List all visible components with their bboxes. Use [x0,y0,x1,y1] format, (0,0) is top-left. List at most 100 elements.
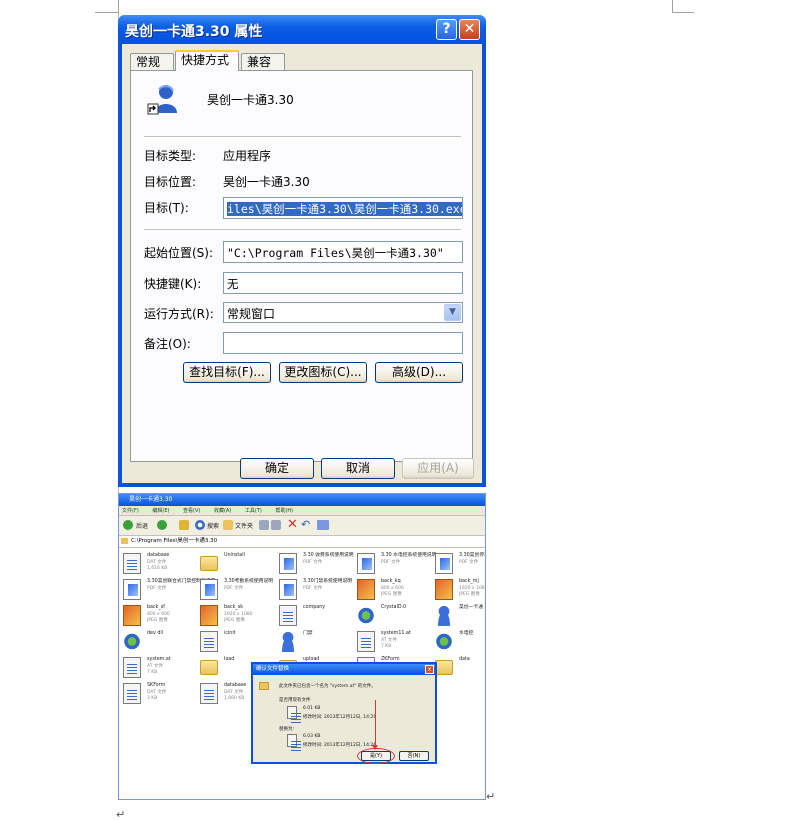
ok-button[interactable]: 确定 [240,458,314,479]
tab-shortcut[interactable]: 快捷方式 [175,50,239,71]
file-item[interactable]: 3.30昊创联合式门禁控制器说明 PDF 文件 [123,578,215,602]
doc-icon [123,553,141,574]
change-icon-button[interactable]: 更改图标(C)... [279,362,367,383]
target-label: 目标(T): [144,201,189,215]
dialog-title: 昊创一卡通3.30 属性 [125,24,263,40]
find-target-button[interactable]: 查找目标(F)... [183,362,271,383]
file-item[interactable]: 水电控 [435,630,485,654]
confirm-with-label: 替换为: [279,727,295,732]
comment-label: 备注(O): [144,337,191,351]
undo-icon[interactable]: ↶ [301,518,310,531]
file-name: system.at [147,657,171,662]
explorer-window: 昊创一卡通3.30 文件(F) 编辑(E) 查看(V) 收藏(A) 工具(T) … [118,493,486,800]
move-to-icon[interactable] [259,520,269,530]
run-label: 运行方式(R): [144,307,214,321]
delete-icon[interactable]: ✕ [287,517,298,532]
dialog-body: 常规 快捷方式 兼容性 昊创一卡通3.30 目标类型: 应用程序 目标位置: 昊… [122,44,482,483]
file-item[interactable]: back_sk 1920 x 1080 JPEG 图像 [200,604,280,628]
back-label[interactable]: 后退 [136,521,148,530]
menu-file[interactable]: 文件(F) [122,508,139,514]
menu-edit[interactable]: 编辑(E) [152,508,169,514]
tab-compatibility[interactable]: 兼容性 [241,53,285,85]
file-item[interactable]: back_kq 800 x 600 JPEG 图像 [357,578,437,602]
menu-tools[interactable]: 工具(T) [245,508,262,514]
address-bar[interactable]: C:\Program Files\昊创一卡通3.30 [119,536,485,548]
page-corner-mark-left [95,0,119,13]
file-details: 800 x 600 JPEG 图像 [381,586,404,597]
start-in-input[interactable]: "C:\Program Files\昊创一卡通3.30" [223,241,463,263]
file-details: 1920 x 1080 JPEG 图像 [459,586,485,597]
red-circle-annotation [357,748,395,764]
dialog-titlebar[interactable]: 昊创一卡通3.30 属性 ? ✕ [118,15,486,44]
help-button[interactable]: ? [436,19,457,40]
explorer-titlebar[interactable]: 昊创一卡通3.30 [119,494,485,506]
file-name: 3.30 水电控系统使用说明 [381,553,437,558]
file-name: 水电控 [459,631,474,636]
close-button[interactable]: ✕ [459,19,480,40]
file-name: 门禁 [303,631,313,636]
file-name: SKForm [147,683,166,688]
file-item[interactable]: icinit [200,630,280,654]
confirm-title: 确认文件替换 [256,666,290,672]
file-item[interactable]: CrystalD.0 [357,604,437,628]
file-item[interactable]: 昊创一卡通 [435,604,485,628]
file-name: 3.30昊创停车场系统说明 [459,553,485,558]
forward-icon[interactable] [157,520,167,530]
menu-view[interactable]: 查看(V) [183,508,200,514]
copy-to-icon[interactable] [271,520,281,530]
advanced-button[interactable]: 高级(D)... [375,362,463,383]
file-item[interactable]: 3.30门禁系统使用说明 PDF 文件 [279,578,359,602]
start-in-value: "C:\Program Files\昊创一卡通3.30" [227,246,444,260]
confirm-titlebar[interactable]: 确认文件替换 x [253,664,435,675]
file-item[interactable]: Uninstall [200,552,280,576]
up-folder-icon[interactable] [179,520,189,530]
target-input[interactable]: iles\昊创一卡通3.30\昊创一卡通3.30.exe" [223,197,463,219]
menu-help[interactable]: 帮助(H) [275,508,293,514]
pdf-icon [200,579,218,600]
file-item[interactable]: back_mj 1920 x 1080 JPEG 图像 [435,578,485,602]
file-item[interactable]: 3.30 水电控系统使用说明 PDF 文件 [357,552,437,576]
back-icon[interactable] [123,520,133,530]
file-item[interactable]: data [435,656,485,680]
file-icon [287,706,301,723]
explorer-toolbar: 后退 搜索 文件夹 ✕ ↶ [119,516,485,536]
file-details: 1920 x 1080 JPEG 图像 [224,612,253,623]
file-item[interactable]: system.at AT 文件 7 KB [123,656,203,680]
search-label[interactable]: 搜索 [207,521,219,530]
file-item[interactable]: company [279,604,359,628]
file-item[interactable]: system11.at AT 文件 7 KB [357,630,437,654]
menu-favorites[interactable]: 收藏(A) [214,508,231,514]
file-name: back_sk [224,605,244,610]
file-item[interactable]: dev dll [123,630,203,654]
file-name: back_sf [147,605,165,610]
paragraph-mark: ↵ [486,790,496,803]
no-button[interactable]: 否(N) [399,751,429,761]
file-name: CrystalD.0 [381,605,407,610]
gear-icon [435,631,453,652]
confirm-close-button[interactable]: x [425,665,434,674]
folder-icon [435,660,453,675]
target-type-value: 应用程序 [223,149,272,163]
file-item[interactable]: 门禁 [279,630,359,654]
file-item[interactable]: SKForm DAT 文件 3 KB [123,682,203,706]
file-item[interactable]: back_sf 800 x 600 JPEG 图像 [123,604,203,628]
search-icon[interactable] [195,520,205,530]
cancel-button[interactable]: 取消 [321,458,395,479]
views-icon[interactable] [317,520,329,530]
file-item[interactable]: 3.30 收费系统使用说明 PDF 文件 [279,552,359,576]
tab-general[interactable]: 常规 [130,53,174,70]
file-name: database [224,683,247,688]
shortcut-key-input[interactable]: 无 [223,272,463,294]
file-item[interactable]: 3.30考勤系统使用说明 PDF 文件 [200,578,280,602]
comment-input[interactable] [223,332,463,354]
paragraph-mark: ↵ [116,808,126,820]
apply-button[interactable]: 应用(A) [402,458,474,479]
folders-icon[interactable] [223,520,233,530]
run-select[interactable]: 常规窗口 ▼ [223,302,463,323]
file-item[interactable]: database DAT 文件 1,616 KB [123,552,203,576]
file-name: company [303,605,326,610]
chevron-down-icon[interactable]: ▼ [444,304,461,321]
doc-icon [200,631,218,652]
folders-label[interactable]: 文件夹 [235,521,253,530]
file-item[interactable]: 3.30昊创停车场系统说明 PDF 文件 [435,552,485,576]
